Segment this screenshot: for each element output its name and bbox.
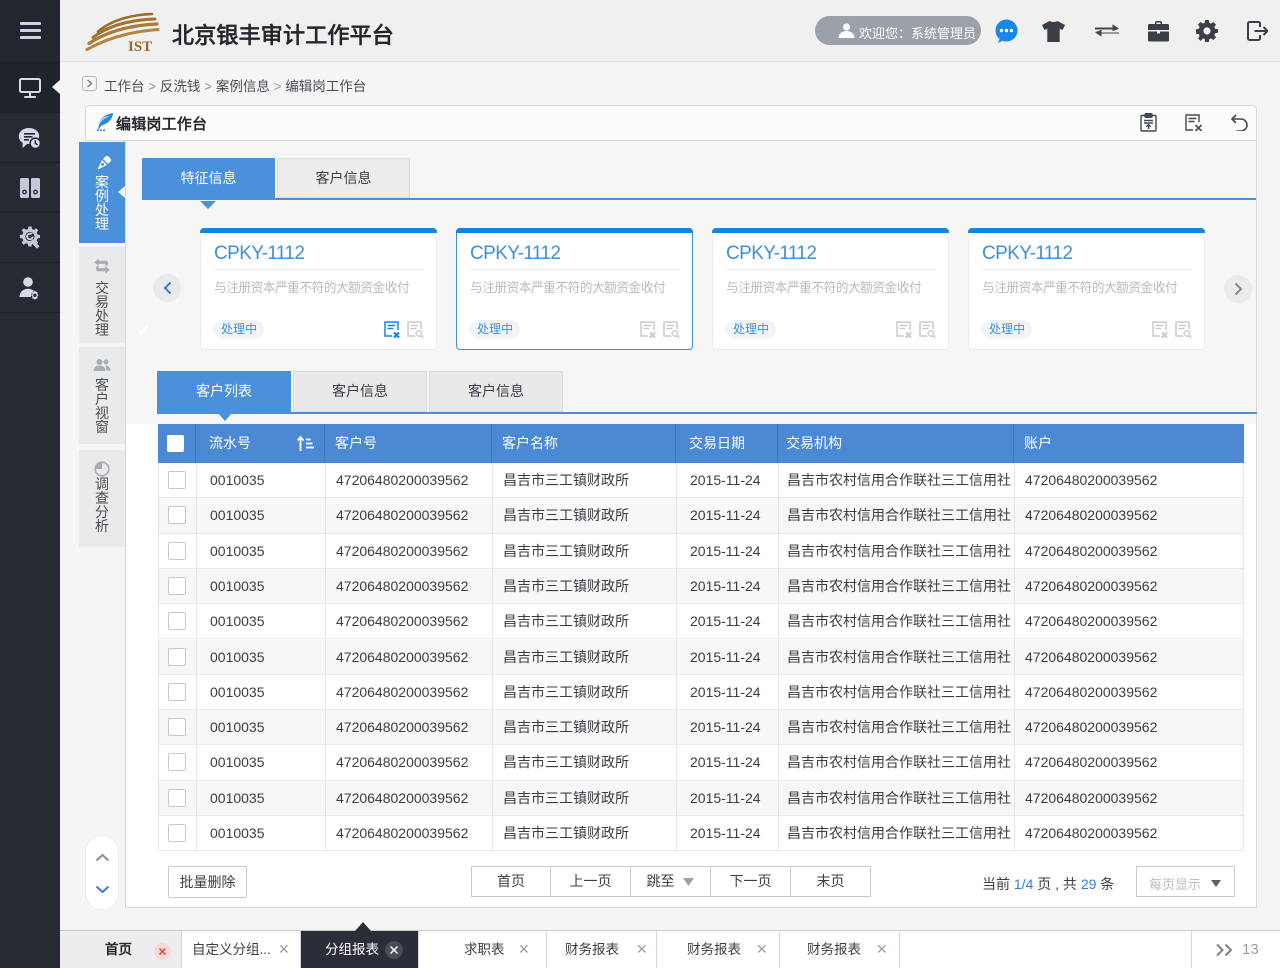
svg-text:IST: IST <box>128 39 152 53</box>
